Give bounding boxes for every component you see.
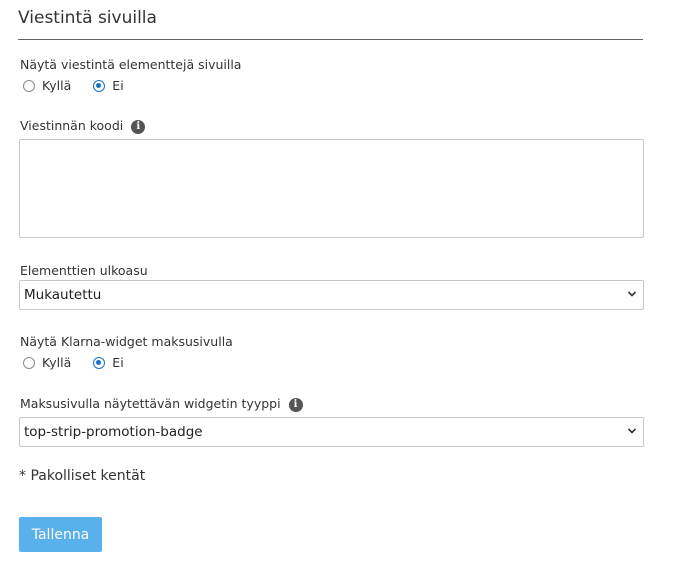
klarna-widget-no-radio[interactable] bbox=[93, 356, 106, 369]
show-messaging-no-radio[interactable] bbox=[93, 79, 106, 92]
widget-type-label: Maksusivulla näytettävän widgetin tyyppi bbox=[20, 396, 281, 411]
widget-type-select-value: top-strip-promotion-badge bbox=[24, 424, 203, 440]
widget-type-select[interactable]: top-strip-promotion-badge bbox=[19, 417, 644, 447]
title-divider bbox=[18, 39, 643, 40]
required-fields-note: * Pakolliset kentät bbox=[19, 468, 146, 484]
show-messaging-label: Näytä viestintä elementtejä sivuilla bbox=[20, 57, 242, 72]
appearance-select-value: Mukautettu bbox=[24, 287, 102, 303]
message-code-textarea[interactable] bbox=[19, 139, 644, 238]
show-messaging-no-label[interactable]: Ei bbox=[112, 78, 123, 93]
klarna-widget-yes-radio[interactable] bbox=[23, 356, 35, 369]
info-icon[interactable]: i bbox=[131, 119, 146, 134]
klarna-widget-no-label[interactable]: Ei bbox=[112, 355, 123, 370]
chevron-down-icon bbox=[627, 291, 637, 297]
show-messaging-radio-group: Kyllä Ei bbox=[23, 78, 146, 93]
chevron-down-icon bbox=[627, 428, 637, 434]
info-icon[interactable]: i bbox=[288, 397, 303, 412]
message-code-label-row: Viestinnän koodi i bbox=[20, 118, 146, 134]
show-messaging-yes-label[interactable]: Kyllä bbox=[42, 78, 71, 93]
message-code-label: Viestinnän koodi bbox=[20, 118, 124, 133]
widget-type-label-row: Maksusivulla näytettävän widgetin tyyppi… bbox=[20, 396, 303, 412]
klarna-widget-radio-group: Kyllä Ei bbox=[23, 355, 146, 370]
show-messaging-yes-radio[interactable] bbox=[23, 79, 35, 92]
appearance-label: Elementtien ulkoasu bbox=[20, 263, 148, 278]
save-button[interactable]: Tallenna bbox=[19, 517, 102, 552]
section-title: Viestintä sivuilla bbox=[18, 8, 157, 28]
klarna-widget-yes-label[interactable]: Kyllä bbox=[42, 355, 71, 370]
klarna-widget-label: Näytä Klarna-widget maksusivulla bbox=[20, 334, 233, 349]
appearance-select[interactable]: Mukautettu bbox=[19, 280, 644, 310]
